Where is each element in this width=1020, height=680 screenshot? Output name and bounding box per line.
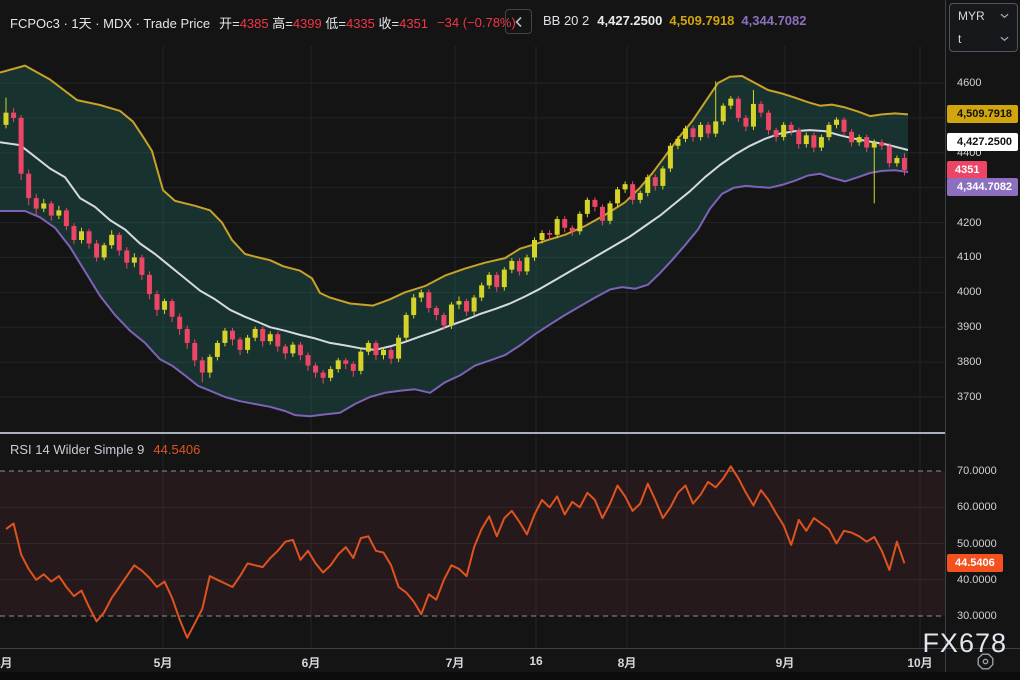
time-tick-label: 9月 [776, 654, 795, 671]
chart-canvas[interactable] [0, 0, 945, 648]
price-tick-label: 4100 [946, 250, 1020, 264]
ohlc-value: 4399 [293, 16, 326, 31]
price-tick-label: 4600 [946, 76, 1020, 90]
time-tick-label: 4月 [0, 654, 12, 671]
bb-value: 4,344.7082 [741, 13, 806, 28]
unit-dropdown-value: t [958, 32, 961, 46]
time-tick-label: 6月 [302, 654, 321, 671]
price-tick-label: 3700 [946, 390, 1020, 404]
time-tick-label: 10月 [907, 654, 932, 671]
ohlc-values: 开=4385 高=4399 低=4335 收=4351 [219, 13, 428, 32]
legend-collapse-button[interactable] [505, 9, 532, 34]
currency-selector: MYR t [949, 3, 1018, 52]
change-value: −34 (−0.78%) [437, 15, 516, 30]
rsi-tick-label: 50.0000 [946, 537, 1020, 551]
currency-dropdown-value: MYR [958, 9, 985, 23]
rsi-value: 44.5406 [153, 442, 200, 457]
bottom-strip [0, 672, 1020, 680]
ohlc-label: 高= [272, 16, 293, 31]
rsi-band-fill [0, 471, 945, 616]
unit-dropdown[interactable]: t [950, 27, 1017, 50]
trading-chart-window: FCPOc3 · 1天 · MDX · Trade Price 开=4385 高… [0, 0, 1020, 680]
time-tick-label: 8月 [618, 654, 637, 671]
price-badge: 4,344.7082 [947, 178, 1018, 196]
price-tick-label: 3900 [946, 320, 1020, 334]
ohlc-value: 4351 [399, 16, 428, 31]
time-tick-label: 16 [529, 654, 542, 668]
time-tick-label: 5月 [154, 654, 173, 671]
ohlc-label: 收= [379, 16, 400, 31]
time-tick-label: 7月 [446, 654, 465, 671]
rsi-tick-label: 60.0000 [946, 500, 1020, 514]
octagon-settings-icon [976, 652, 995, 671]
price-scale[interactable]: 4600450044004300420041004000390038003700… [945, 0, 1020, 648]
rsi-indicator-name: RSI 14 Wilder Simple 9 [10, 442, 144, 457]
price-tick-label: 3800 [946, 355, 1020, 369]
chevron-left-icon [514, 16, 524, 28]
main-legend[interactable]: FCPOc3 · 1天 · MDX · Trade Price 开=4385 高… [10, 13, 516, 32]
scale-corner-divider [945, 649, 946, 673]
chevron-down-icon [1000, 13, 1009, 19]
price-badge: 44.5406 [947, 554, 1003, 572]
bb-indicator-name: BB 20 2 [543, 13, 589, 28]
chevron-down-icon [1000, 36, 1009, 42]
ohlc-label: 开= [219, 16, 240, 31]
currency-dropdown[interactable]: MYR [950, 4, 1017, 27]
rsi-tick-label: 40.0000 [946, 573, 1020, 587]
rsi-tick-label: 70.0000 [946, 464, 1020, 478]
axis-settings-icon[interactable] [974, 651, 996, 671]
ohlc-value: 4335 [346, 16, 379, 31]
rsi-tick-label: 30.0000 [946, 609, 1020, 623]
rsi-legend[interactable]: RSI 14 Wilder Simple 9 44.5406 [10, 442, 200, 457]
symbol-title[interactable]: FCPOc3 · 1天 · MDX · Trade Price [10, 13, 210, 32]
ohlc-label: 低= [325, 16, 346, 31]
bb-values: 4,427.2500 4,509.7918 4,344.7082 [597, 13, 813, 28]
price-tick-label: 4000 [946, 285, 1020, 299]
bb-legend[interactable]: BB 20 2 4,427.2500 4,509.7918 4,344.7082 [543, 13, 814, 28]
price-badge: 4351 [947, 161, 987, 179]
price-tick-label: 4200 [946, 216, 1020, 230]
bb-value: 4,427.2500 [597, 13, 662, 28]
price-badge: 4,509.7918 [947, 105, 1018, 123]
ohlc-value: 4385 [240, 16, 273, 31]
bb-value: 4,509.7918 [669, 13, 734, 28]
price-badge: 4,427.2500 [947, 133, 1018, 151]
